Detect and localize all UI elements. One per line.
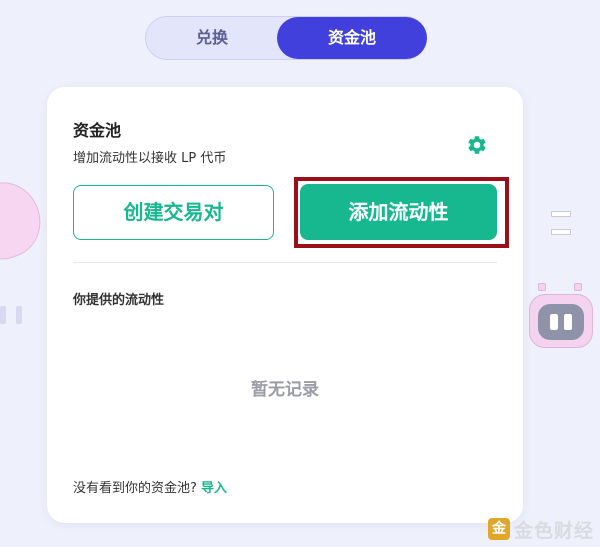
gear-icon[interactable]	[466, 134, 488, 156]
swap-pool-toggle: 兑换 资金池	[145, 16, 427, 60]
watermark: 金 金色财经	[488, 516, 594, 542]
your-liquidity-title: 你提供的流动性	[73, 293, 165, 308]
add-liquidity-button[interactable]: 添加流动性	[300, 184, 497, 240]
card-title: 资金池	[73, 121, 122, 140]
empty-state-text: 暂无记录	[251, 380, 319, 400]
decorative-dashes	[551, 211, 571, 247]
pool-card: 资金池 增加流动性以接收 LP 代币 创建交易对 添加流动性 你提供的流动性 暂…	[47, 87, 523, 523]
import-pool-footer: 没有看到你的资金池? 导入	[73, 477, 227, 496]
watermark-logo-icon: 金	[488, 518, 510, 540]
create-pair-button[interactable]: 创建交易对	[73, 185, 274, 240]
footer-text: 没有看到你的资金池?	[73, 481, 197, 496]
decorative-blob	[0, 172, 51, 268]
tab-pool[interactable]: 资金池	[277, 17, 427, 59]
import-link[interactable]: 导入	[201, 481, 227, 496]
card-subtitle: 增加流动性以接收 LP 代币	[73, 151, 227, 166]
divider	[73, 262, 497, 263]
decorative-bars	[0, 306, 32, 328]
tab-swap[interactable]: 兑换	[146, 17, 278, 59]
watermark-text: 金色财经	[514, 519, 595, 542]
decorative-robot-icon	[529, 283, 593, 348]
